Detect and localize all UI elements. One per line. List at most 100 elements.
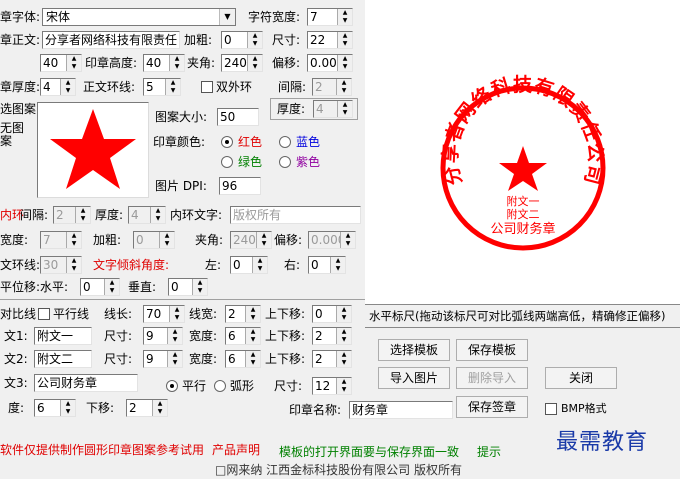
close-button[interactable]: 关闭 <box>545 367 617 389</box>
pattern-preview[interactable] <box>37 102 149 198</box>
text2-ud-stepper[interactable]: 2 ▲ ▼ <box>312 350 352 368</box>
line-length-stepper[interactable]: 70 ▲ ▼ <box>143 305 185 323</box>
spin-buttons[interactable]: ▲ ▼ <box>336 328 351 344</box>
line-ud-stepper[interactable]: 0 ▲ ▼ <box>312 305 352 323</box>
parallel-line-checkbox[interactable] <box>38 308 50 320</box>
inner-offset-stepper[interactable]: 0.000 ▲ ▼ <box>308 231 356 249</box>
spin-buttons[interactable]: ▲ ▼ <box>75 207 90 223</box>
spin-buttons[interactable]: ▲ ▼ <box>336 378 351 394</box>
spin-buttons[interactable]: ▲ ▼ <box>336 79 351 95</box>
spin-buttons[interactable]: ▲ ▼ <box>167 351 182 367</box>
inner-thick-stepper[interactable]: 4 ▲ ▼ <box>128 206 166 224</box>
spin-buttons[interactable]: ▲ ▼ <box>256 232 271 248</box>
color-blue-radio[interactable] <box>279 136 291 148</box>
text2-width-stepper[interactable]: 6 ▲ ▼ <box>225 350 261 368</box>
spin-buttons[interactable]: ▲ ▼ <box>152 400 167 416</box>
text2-input[interactable]: 附文二 <box>34 350 92 368</box>
spin-buttons[interactable]: ▲ ▼ <box>159 232 174 248</box>
pattern-size-input[interactable]: 50 <box>217 108 259 126</box>
spin-buttons[interactable]: ▲ ▼ <box>340 232 355 248</box>
spin-buttons[interactable]: ▲ ▼ <box>66 55 81 71</box>
text2-size-stepper[interactable]: 9 ▲ ▼ <box>143 350 183 368</box>
tilt-left-stepper[interactable]: 0 ▲ ▼ <box>230 256 268 274</box>
save-stamp-button[interactable]: 保存签章 <box>456 396 528 418</box>
line-width-stepper[interactable]: 2 ▲ ▼ <box>225 305 261 323</box>
thickness2-stepper[interactable]: 4 ▲ ▼ <box>313 100 353 118</box>
inner-ring-line-value: 30 <box>43 258 59 272</box>
spin-buttons[interactable]: ▲ ▼ <box>104 279 119 295</box>
degree-stepper[interactable]: 6 ▲ ▼ <box>34 399 76 417</box>
spin-buttons[interactable]: ▲ ▼ <box>150 207 165 223</box>
text1-ud-stepper[interactable]: 2 ▲ ▼ <box>312 327 352 345</box>
font-select[interactable]: 宋体 ▼ <box>42 8 236 26</box>
down-move-stepper[interactable]: 2 ▲ ▼ <box>126 399 168 417</box>
stamp-name-input[interactable]: 财务章 <box>349 401 453 419</box>
color-red-radio[interactable] <box>221 136 233 148</box>
delete-import-button[interactable]: 删除导入 <box>456 367 528 389</box>
spin-buttons[interactable]: ▲ ▼ <box>245 351 260 367</box>
spin-buttons[interactable]: ▲ ▼ <box>245 328 260 344</box>
inner-ring-line-stepper[interactable]: 30 ▲ ▼ <box>40 256 82 274</box>
inner-bold-stepper[interactable]: 0 ▲ ▼ <box>133 231 175 249</box>
inner-angle-stepper[interactable]: 240 ▲ ▼ <box>230 231 272 249</box>
spin-buttons[interactable]: ▲ ▼ <box>169 306 184 322</box>
text1-size-label: 尺寸: <box>104 329 133 343</box>
spin-buttons[interactable]: ▲ ▼ <box>336 306 351 322</box>
angle-stepper[interactable]: 240 ▲ ▼ <box>221 54 263 72</box>
thickness2-label: 厚度: <box>277 102 306 116</box>
spin-buttons[interactable]: ▲ ▼ <box>337 101 352 117</box>
import-image-button[interactable]: 导入图片 <box>378 367 450 389</box>
spacing-stepper[interactable]: 2 ▲ ▼ <box>312 78 352 96</box>
spin-buttons[interactable]: ▲ ▼ <box>66 257 81 273</box>
parallel-radio[interactable] <box>166 380 178 392</box>
spin-buttons[interactable]: ▲ ▼ <box>252 257 267 273</box>
offset-stepper[interactable]: 0.000 ▲ ▼ <box>307 54 353 72</box>
h-move-stepper[interactable]: 0 ▲ ▼ <box>80 278 120 296</box>
spin-buttons[interactable]: ▲ ▼ <box>337 55 352 71</box>
tip-link[interactable]: 提示 <box>477 443 501 461</box>
spin-buttons[interactable]: ▲ ▼ <box>247 55 262 71</box>
inner-width-stepper[interactable]: 7 ▲ ▼ <box>40 231 82 249</box>
bmp-checkbox[interactable] <box>545 403 557 415</box>
select-template-button[interactable]: 选择模板 <box>378 339 450 361</box>
spin-buttons[interactable]: ▲ ▼ <box>337 32 352 48</box>
text3-input[interactable]: 公司财务章 <box>34 374 138 392</box>
stamp-thick-stepper[interactable]: 4 ▲ ▼ <box>40 78 76 96</box>
stamp-height-stepper[interactable]: 40 ▲ ▼ <box>143 54 185 72</box>
spin-buttons[interactable]: ▲ ▼ <box>60 79 75 95</box>
spin-buttons[interactable]: ▲ ▼ <box>66 232 81 248</box>
double-ring-checkbox[interactable] <box>201 81 213 93</box>
spin-buttons[interactable]: ▲ ▼ <box>167 328 182 344</box>
text1-width-stepper[interactable]: 6 ▲ ▼ <box>225 327 261 345</box>
text-ring-stepper[interactable]: 5 ▲ ▼ <box>143 78 181 96</box>
text1-input[interactable]: 附文一 <box>34 327 92 345</box>
text1-size-stepper[interactable]: 9 ▲ ▼ <box>143 327 183 345</box>
tilt-right-stepper[interactable]: 0 ▲ ▼ <box>308 256 346 274</box>
text3-size-stepper[interactable]: 12 ▲ ▼ <box>312 377 352 395</box>
bold-stepper[interactable]: 0 ▲ ▼ <box>221 31 263 49</box>
save-template-button[interactable]: 保存模板 <box>456 339 528 361</box>
stamp-width-stepper[interactable]: 40 ▲ ▼ <box>40 54 82 72</box>
color-purple-radio[interactable] <box>279 156 291 168</box>
inner-spacing-stepper[interactable]: 2 ▲ ▼ <box>53 206 91 224</box>
product-statement-link[interactable]: 产品声明 <box>212 441 260 459</box>
v-move-stepper[interactable]: 0 ▲ ▼ <box>168 278 208 296</box>
color-green-radio[interactable] <box>221 156 233 168</box>
spin-buttons[interactable]: ▲ ▼ <box>192 279 207 295</box>
spin-buttons[interactable]: ▲ ▼ <box>337 9 352 25</box>
char-width-stepper[interactable]: 7 ▲ ▼ <box>307 8 353 26</box>
spin-buttons[interactable]: ▲ ▼ <box>60 400 75 416</box>
spin-buttons[interactable]: ▲ ▼ <box>336 351 351 367</box>
stamp-text-input[interactable]: 分享者网络科技有限责任 <box>42 31 180 49</box>
spin-buttons[interactable]: ▲ ▼ <box>330 257 345 273</box>
size-stepper[interactable]: 22 ▲ ▼ <box>307 31 353 49</box>
spin-buttons[interactable]: ▲ ▼ <box>245 306 260 322</box>
inner-text-input[interactable]: 版权所有 <box>230 206 361 224</box>
dpi-input[interactable]: 96 <box>219 177 261 195</box>
spin-buttons[interactable]: ▲ ▼ <box>169 55 184 71</box>
chevron-down-icon[interactable]: ▼ <box>219 9 235 25</box>
horizontal-ruler[interactable]: 水平标尺(拖动该标尺可对比弧线两端高低，精确修正偏移) <box>365 304 680 328</box>
spin-buttons[interactable]: ▲ ▼ <box>247 32 262 48</box>
spin-buttons[interactable]: ▲ ▼ <box>165 79 180 95</box>
arc-radio[interactable] <box>214 380 226 392</box>
